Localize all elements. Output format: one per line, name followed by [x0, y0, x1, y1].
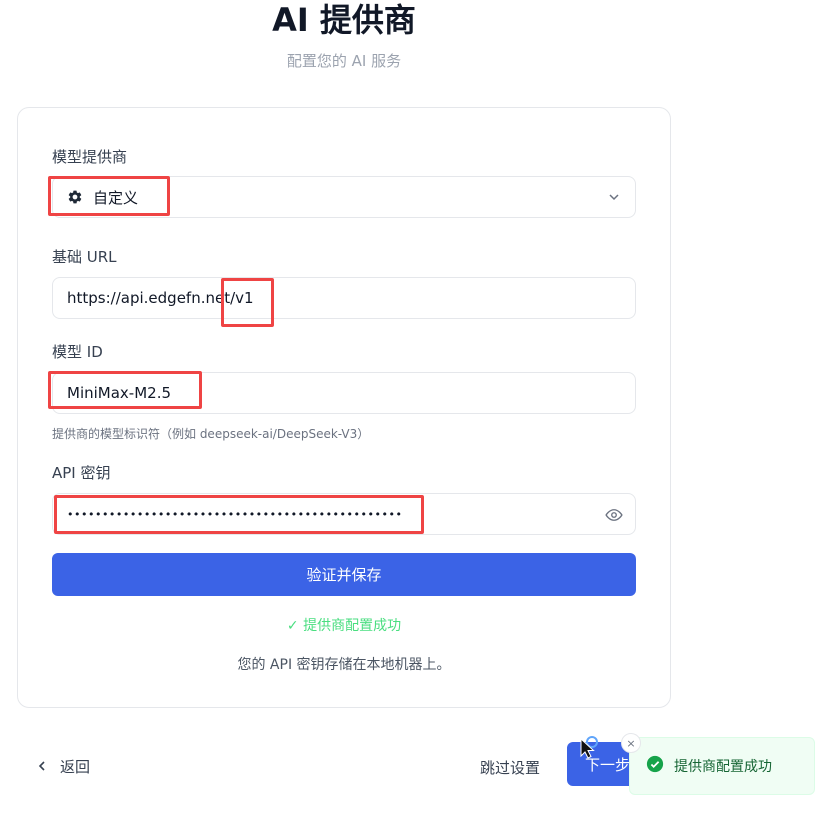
check-circle-icon	[646, 755, 664, 777]
back-label: 返回	[60, 758, 91, 776]
chevron-down-icon	[607, 190, 621, 204]
gear-icon	[67, 189, 83, 205]
mouse-cursor-icon	[579, 736, 599, 760]
model-id-label: 模型 ID	[52, 343, 103, 361]
provider-value: 自定义	[93, 188, 139, 207]
api-key-masked-value: ••••••••••••••••••••••••••••••••••••••••…	[67, 507, 403, 521]
skip-setup-button[interactable]: 跳过设置	[480, 757, 540, 778]
model-id-value: MiniMax-M2.5	[67, 384, 172, 402]
success-message: ✓ 提供商配置成功	[286, 618, 402, 634]
base-url-input[interactable]: https://api.edgefn.net/v1	[52, 277, 636, 319]
base-url-label: 基础 URL	[52, 248, 117, 266]
toast-close-icon[interactable]: ×	[621, 733, 641, 753]
eye-icon[interactable]	[605, 506, 623, 524]
success-toast: 提供商配置成功	[629, 737, 815, 795]
page-title: AI 提供商	[272, 1, 416, 39]
verify-save-button[interactable]: 验证并保存	[52, 553, 636, 596]
back-button[interactable]: 返回	[36, 756, 90, 777]
chevron-left-icon	[36, 758, 48, 776]
api-key-input[interactable]: ••••••••••••••••••••••••••••••••••••••••…	[52, 493, 636, 535]
api-key-label: API 密钥	[52, 464, 111, 482]
storage-note: 您的 API 密钥存储在本地机器上。	[237, 657, 451, 673]
provider-select[interactable]: 自定义	[52, 176, 636, 218]
provider-label: 模型提供商	[52, 148, 128, 166]
toast-message: 提供商配置成功	[674, 759, 772, 775]
page-subtitle: 配置您的 AI 服务	[286, 52, 402, 70]
base-url-value: https://api.edgefn.net/v1	[67, 289, 254, 307]
onboarding-page: AI 提供商 配置您的 AI 服务 模型提供商 自定义 基础 URL https…	[0, 0, 815, 815]
model-id-hint: 提供商的模型标识符（例如 deepseek-ai/DeepSeek-V3）	[52, 427, 370, 441]
model-id-input[interactable]: MiniMax-M2.5	[52, 372, 636, 414]
